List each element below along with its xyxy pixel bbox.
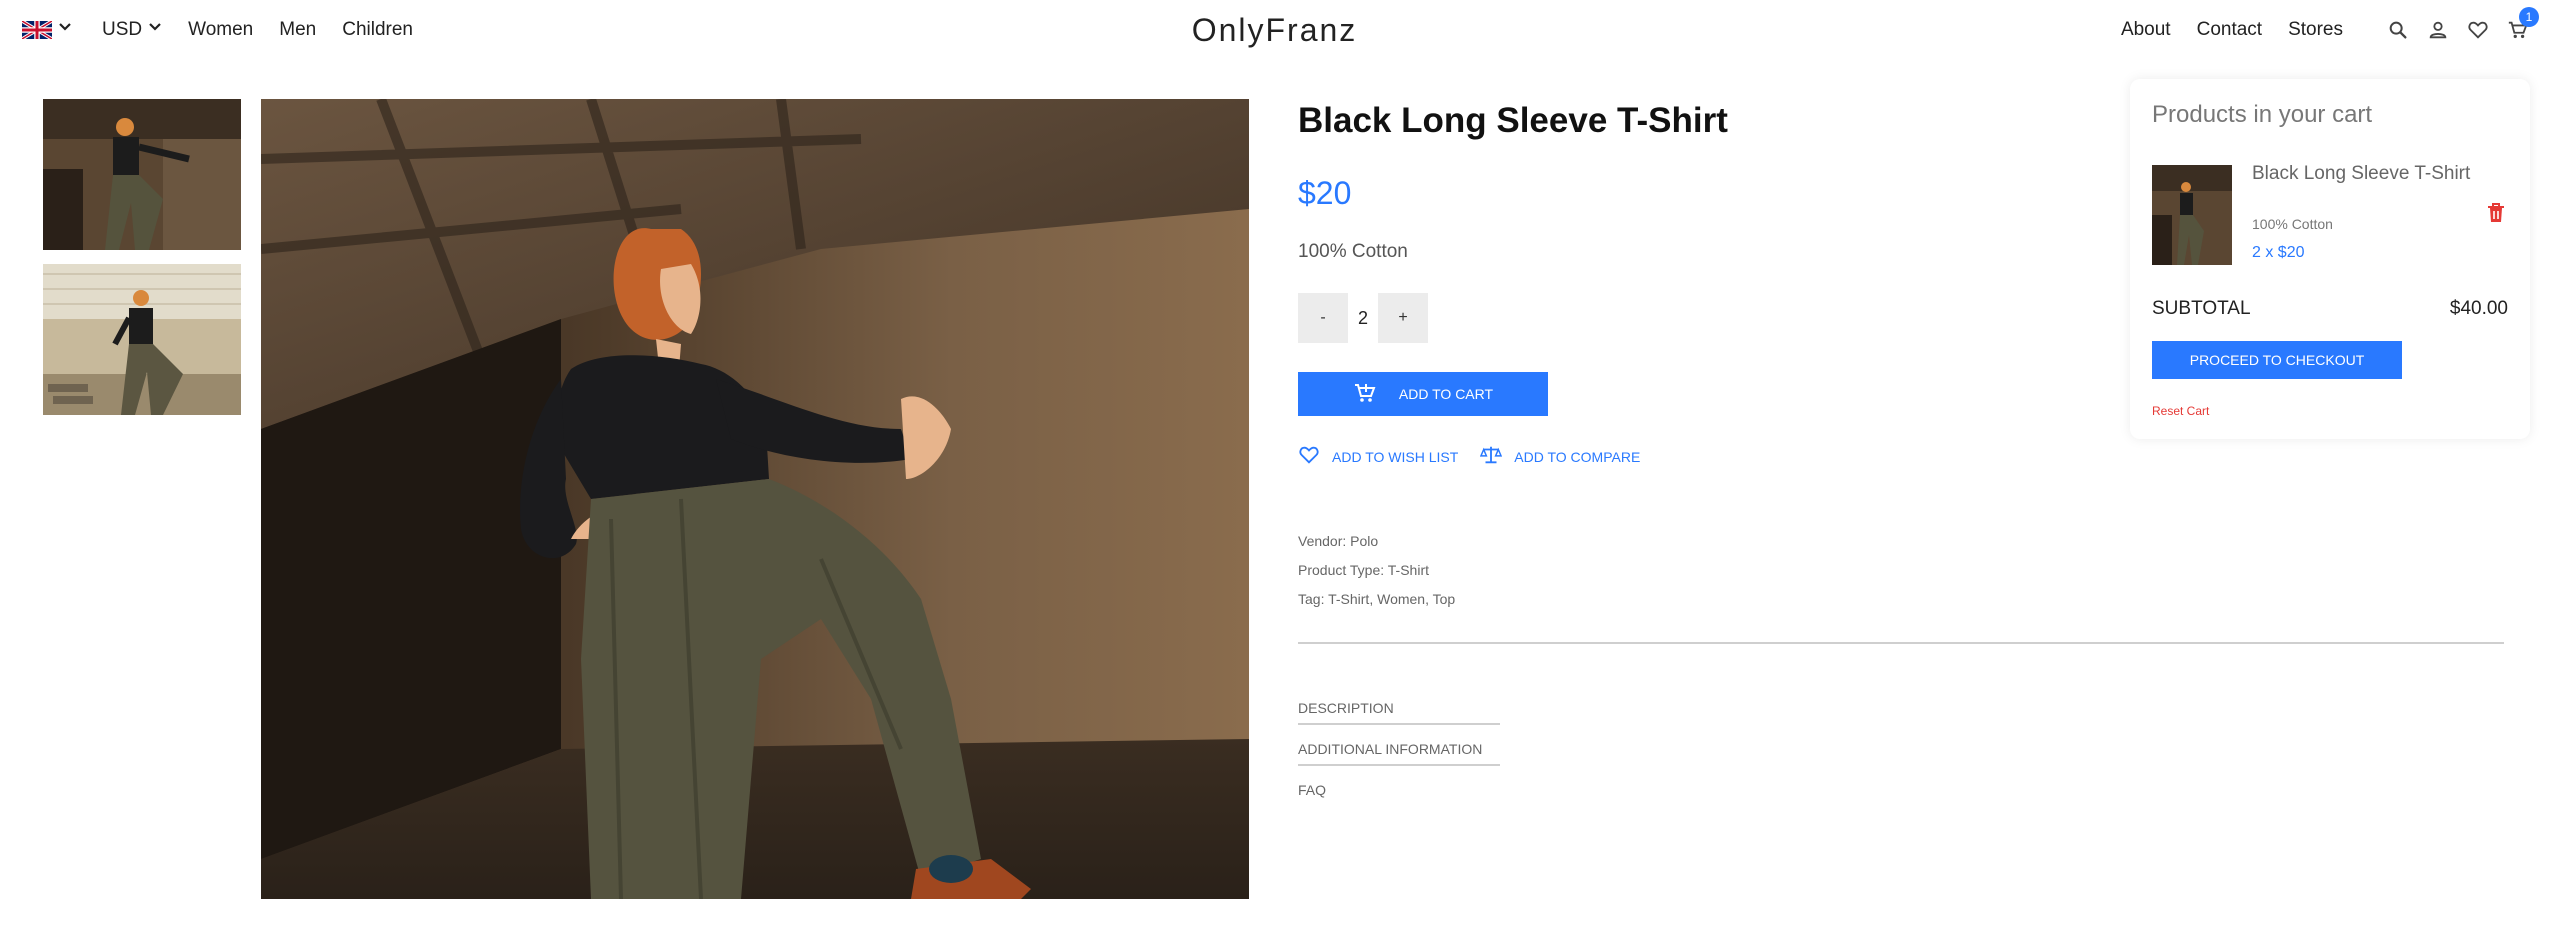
product-vendor: Vendor: Polo	[1298, 533, 1379, 549]
quantity-decrease-button[interactable]: -	[1298, 293, 1348, 343]
compare-label: ADD TO COMPARE	[1514, 448, 1641, 465]
add-to-compare-button[interactable]: ADD TO COMPARE	[1480, 444, 1640, 469]
product-main-image[interactable]	[261, 99, 1249, 899]
subtotal-label: SUBTOTAL	[2152, 298, 2251, 319]
nav-link-stores[interactable]: Stores	[2288, 19, 2343, 41]
divider	[1298, 642, 2504, 644]
nav-link-about[interactable]: About	[2121, 19, 2171, 41]
secondary-actions: ADD TO WISH LIST ADD TO COMPARE	[1298, 444, 2506, 469]
tab-description[interactable]: DESCRIPTION	[1298, 700, 1500, 725]
add-to-wishlist-button[interactable]: ADD TO WISH LIST	[1298, 444, 1458, 469]
navbar: USD Women Men Children OnlyFranz About C…	[0, 0, 2549, 60]
reset-cart-link[interactable]: Reset Cart	[2152, 404, 2209, 418]
wishlist-label: ADD TO WISH LIST	[1332, 448, 1459, 465]
cart-item-material: 100% Cotton	[2252, 216, 2333, 232]
product-tabs: DESCRIPTION ADDITIONAL INFORMATION FAQ	[1298, 700, 1500, 805]
cart-panel: Products in your cart Black Long Sleeve …	[2130, 79, 2530, 439]
nav-link-children[interactable]: Children	[342, 19, 413, 41]
cart-item-quantity-price: 2 x $20	[2252, 244, 2305, 261]
cart-add-icon	[1353, 381, 1399, 408]
tab-faq[interactable]: FAQ	[1298, 782, 1500, 805]
tab-additional-information[interactable]: ADDITIONAL INFORMATION	[1298, 741, 1500, 766]
brand-logo[interactable]: OnlyFranz	[1192, 12, 1358, 48]
cart-item-name: Black Long Sleeve T-Shirt	[2252, 163, 2471, 184]
currency-selector[interactable]: USD	[102, 19, 162, 41]
product-meta: Vendor: Polo Product Type: T-Shirt Tag: …	[1298, 527, 2506, 614]
heart-icon[interactable]	[2467, 19, 2489, 41]
chevron-down-icon	[58, 20, 72, 39]
cart-panel-title: Products in your cart	[2152, 101, 2373, 128]
subtotal-value: $40.00	[2449, 298, 2508, 319]
nav-left: USD Women Men Children	[22, 0, 413, 60]
cart-item-thumbnail[interactable]	[2152, 165, 2232, 265]
cart-icon[interactable]: 1	[2507, 7, 2539, 41]
chevron-down-icon	[148, 20, 162, 39]
product-thumbnail-1[interactable]	[43, 99, 241, 250]
nav-right: About Contact Stores 1	[2121, 0, 2539, 60]
currency-label: USD	[102, 19, 143, 40]
trash-icon[interactable]	[2484, 201, 2508, 225]
language-selector[interactable]	[22, 21, 72, 40]
product-thumbnail-2[interactable]	[43, 264, 241, 415]
product-tags: Tag: T-Shirt, Women, Top	[1298, 591, 1456, 607]
quantity-value: 2	[1357, 307, 1368, 328]
uk-flag-icon	[22, 21, 52, 39]
compare-scale-icon	[1480, 444, 1514, 469]
heart-icon	[1298, 444, 1332, 469]
nav-link-contact[interactable]: Contact	[2197, 19, 2262, 41]
search-icon[interactable]	[2387, 19, 2409, 41]
add-to-cart-button[interactable]: ADD TO CART	[1298, 372, 1548, 416]
cart-count-badge: 1	[2519, 7, 2539, 27]
add-to-cart-label: ADD TO CART	[1398, 386, 1494, 402]
nav-link-women[interactable]: Women	[188, 19, 253, 41]
product-type: Product Type: T-Shirt	[1298, 562, 1429, 578]
nav-link-men[interactable]: Men	[279, 19, 316, 41]
quantity-increase-button[interactable]: +	[1378, 293, 1428, 343]
user-icon[interactable]	[2427, 19, 2449, 41]
checkout-button[interactable]: PROCEED TO CHECKOUT	[2152, 341, 2402, 379]
